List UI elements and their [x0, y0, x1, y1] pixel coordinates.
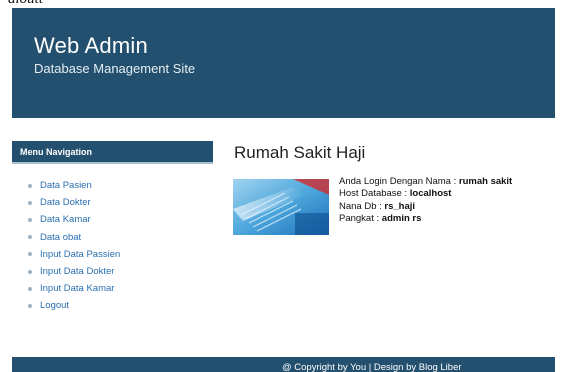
nav-item-logout[interactable]: Logout [28, 297, 120, 314]
host-database-line: Host Database : localhost [339, 188, 512, 200]
db-name-value: rs_haji [384, 200, 416, 212]
db-name-label: Nana Db : [339, 200, 385, 212]
nav-item-label: Data obat [40, 231, 82, 243]
menu-navigation-title: Menu Navigation [12, 141, 213, 164]
login-name-line: Anda Login Dengan Nama : rumah sakit [339, 176, 512, 188]
bullet-icon [28, 200, 32, 205]
nav-item-label: Input Data Kamar [40, 283, 115, 295]
login-name-label: Anda Login Dengan Nama : [339, 176, 459, 187]
nav-item-data-obat[interactable]: Data obat [28, 229, 120, 246]
bullet-icon [28, 269, 32, 274]
bullet-icon [28, 303, 32, 308]
site-header: Web Admin Database Management Site [12, 8, 555, 118]
host-database-label: Host Database : [339, 188, 410, 200]
footer-copyright: @ Copyright by You | Design by Blog Libe… [282, 362, 462, 372]
decorative-image [233, 179, 329, 235]
bullet-icon [28, 286, 32, 291]
nav-item-label: Logout [40, 300, 70, 312]
site-title: Web Admin [34, 33, 148, 58]
bullet-icon [28, 235, 32, 240]
bullet-icon [28, 217, 32, 222]
rank-line: Pangkat : admin rs [339, 213, 512, 225]
document-text-fragment: aloutt [8, 0, 43, 8]
nav-item-label: Data Pasien [40, 180, 92, 192]
nav-item-data-dokter[interactable]: Data Dokter [28, 194, 120, 211]
nav-item-data-pasien[interactable]: Data Pasien [28, 177, 120, 194]
nav-item-input-data-dokter[interactable]: Input Data Dokter [28, 263, 120, 280]
db-name-line: Nana Db : rs_haji [339, 201, 512, 213]
rank-value: admin rs [381, 213, 422, 225]
login-name-value: rumah sakit [458, 176, 513, 187]
nav-item-label: Input Data Dokter [40, 266, 115, 278]
site-footer: @ Copyright by You | Design by Blog Libe… [12, 357, 555, 372]
nav-item-label: Data Kamar [40, 214, 91, 226]
menu-navigation-list: Data Pasien Data Dokter Data Kamar Data … [28, 177, 120, 315]
nav-item-input-data-passien[interactable]: Input Data Passien [28, 246, 120, 263]
bullet-icon [28, 252, 32, 257]
nav-item-label: Data Dokter [40, 197, 91, 209]
nav-item-data-kamar[interactable]: Data Kamar [28, 211, 120, 228]
bullet-icon [28, 183, 32, 188]
rank-label: Pangkat : [339, 213, 382, 225]
page-title: Rumah Sakit Haji [234, 143, 366, 162]
host-database-value: localhost [409, 188, 452, 200]
login-info: Anda Login Dengan Nama : rumah sakit Hos… [339, 176, 512, 226]
nav-item-label: Input Data Passien [40, 248, 121, 260]
nav-item-input-data-kamar[interactable]: Input Data Kamar [28, 280, 120, 297]
site-subtitle: Database Management Site [34, 61, 196, 76]
